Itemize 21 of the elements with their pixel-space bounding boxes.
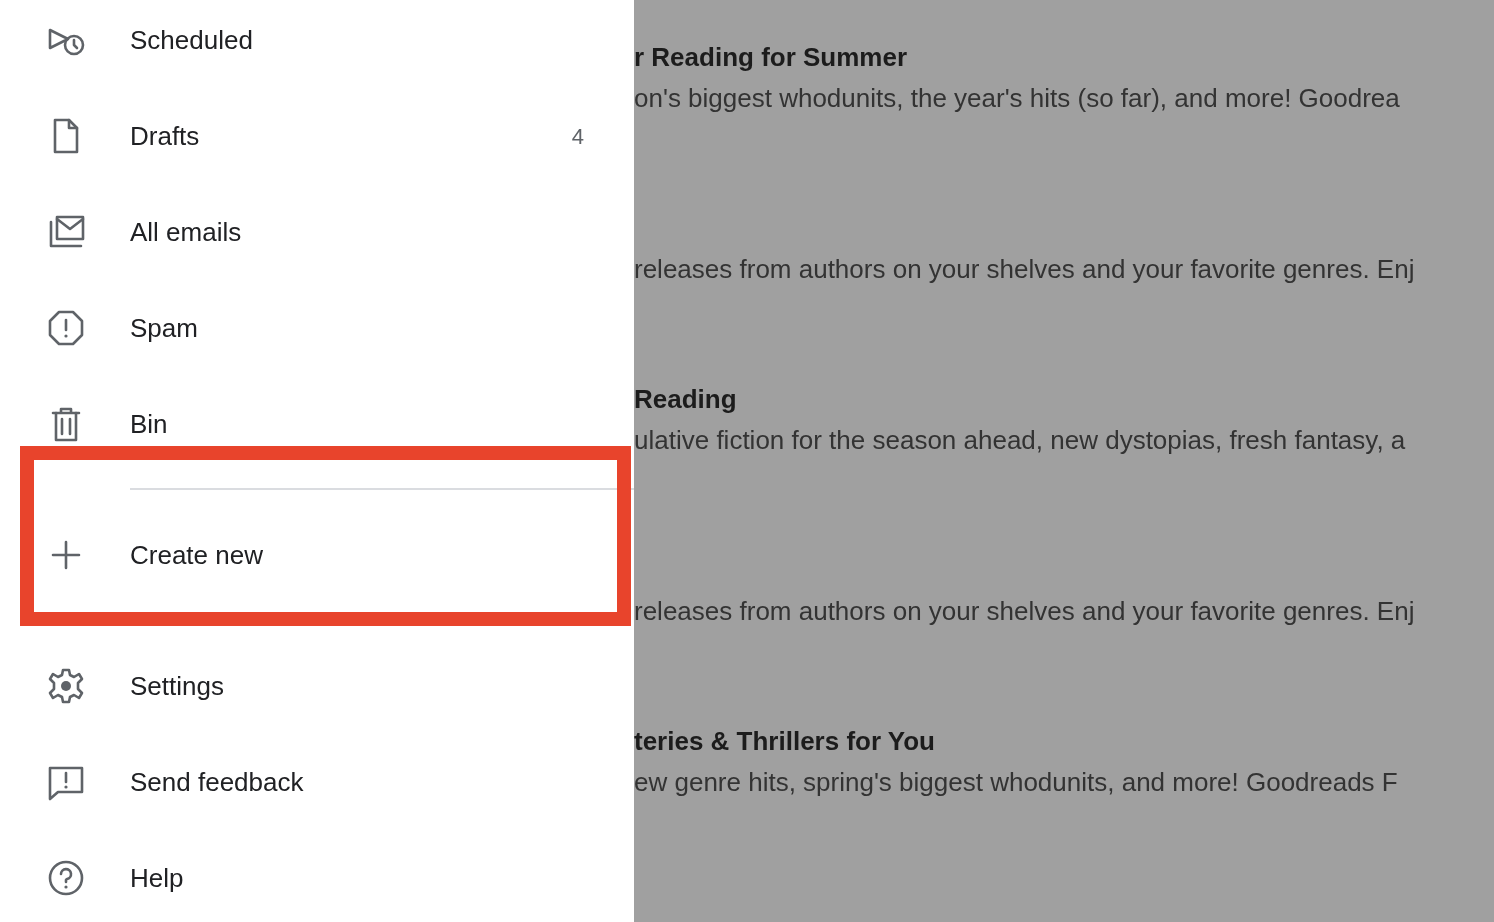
email-snippet: releases from authors on your shelves and your favorite genres. Enj [634, 595, 1416, 628]
create-new-item[interactable]: Create new [0, 507, 634, 603]
menu-item[interactable]: Settings [0, 638, 634, 734]
menu-item[interactable]: Bin [0, 376, 634, 472]
menu-item[interactable]: Help [0, 830, 634, 922]
email-snippet: ew genre hits, spring's biggest whodunits, and more! Goodreads F [634, 766, 1399, 799]
email-subject: r Reading for Summer [634, 41, 909, 74]
email-subject: Reading [634, 383, 738, 416]
menu-item[interactable]: All emails [0, 184, 634, 280]
menu-item[interactable]: Scheduled [0, 0, 634, 88]
unread-count: 4 [571, 122, 584, 151]
email-subject: teries & Thrillers for You [634, 725, 936, 758]
help-icon [46, 858, 86, 898]
email-snippet: ulative fiction for the season ahead, new dystopias, fresh fantasy, a [634, 424, 1407, 457]
menu-item[interactable]: Drafts 4 [0, 88, 634, 184]
spam-icon [46, 308, 86, 348]
menu-item[interactable]: Send feedback [0, 734, 634, 830]
email-snippet: on's biggest whodunits, the year's hits (so far), and more! Goodrea [634, 82, 1401, 115]
settings-icon [46, 666, 86, 706]
email-snippet: releases from authors on your shelves and your favorite genres. Enj [634, 253, 1416, 286]
menu-item[interactable]: Spam [0, 280, 634, 376]
